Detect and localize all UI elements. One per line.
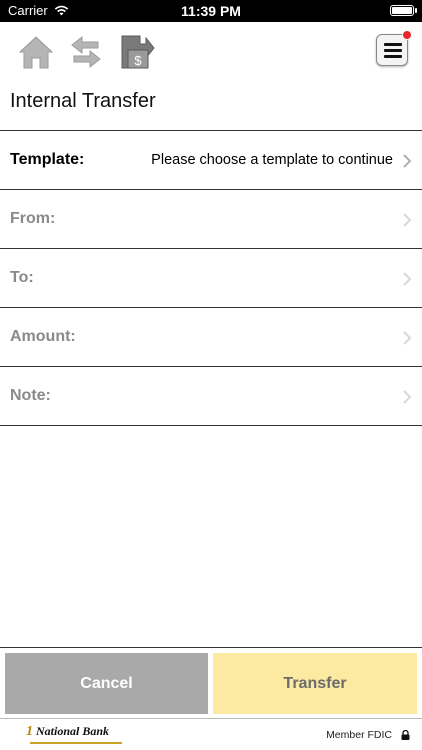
template-value: Please choose a template to continue xyxy=(151,152,393,168)
logo-underline xyxy=(30,742,122,744)
chevron-right-icon xyxy=(403,213,412,227)
template-row[interactable]: Template: Please choose a template to co… xyxy=(0,131,422,190)
divider xyxy=(0,647,422,648)
status-time: 11:39 PM xyxy=(181,3,241,19)
chevron-right-icon xyxy=(403,331,412,345)
note-label: Note: xyxy=(10,387,51,404)
pay-bill-icon[interactable]: $ xyxy=(116,32,156,72)
from-label: From: xyxy=(10,210,56,227)
svg-text:$: $ xyxy=(134,53,142,68)
to-label: To: xyxy=(10,269,34,286)
chevron-right-icon xyxy=(403,390,412,404)
cancel-button[interactable]: Cancel xyxy=(5,653,208,714)
footer: 1 National Bank Member FDIC xyxy=(0,718,422,750)
transfer-button[interactable]: Transfer xyxy=(213,653,417,714)
transfer-arrows-icon[interactable] xyxy=(66,32,106,72)
hamburger-bar xyxy=(384,49,402,52)
to-row[interactable]: To: xyxy=(0,249,422,308)
logo-text: National Bank xyxy=(36,724,110,738)
notification-dot xyxy=(402,30,412,40)
hamburger-bar xyxy=(384,55,402,58)
page-title: Internal Transfer xyxy=(10,90,156,112)
chevron-right-icon xyxy=(403,154,412,168)
logo-mark: 1 xyxy=(26,724,33,739)
member-fdic-label: Member FDIC xyxy=(326,729,392,741)
template-label: Template: xyxy=(10,151,85,168)
home-icon[interactable] xyxy=(16,32,56,72)
top-toolbar: $ xyxy=(0,22,422,80)
note-row[interactable]: Note: xyxy=(0,367,422,426)
lock-icon xyxy=(401,730,410,740)
hamburger-menu-icon xyxy=(384,43,402,46)
from-row[interactable]: From: xyxy=(0,190,422,249)
amount-row[interactable]: Amount: xyxy=(0,308,422,367)
bank-logo: 1 National Bank xyxy=(26,724,126,746)
transfer-form: Template: Please choose a template to co… xyxy=(0,130,422,426)
menu-button[interactable] xyxy=(376,30,412,66)
battery-cap xyxy=(415,8,417,13)
chevron-right-icon xyxy=(403,272,412,286)
amount-label: Amount: xyxy=(10,328,76,345)
battery-icon xyxy=(390,5,414,16)
status-bar: Carrier 11:39 PM xyxy=(0,0,422,22)
